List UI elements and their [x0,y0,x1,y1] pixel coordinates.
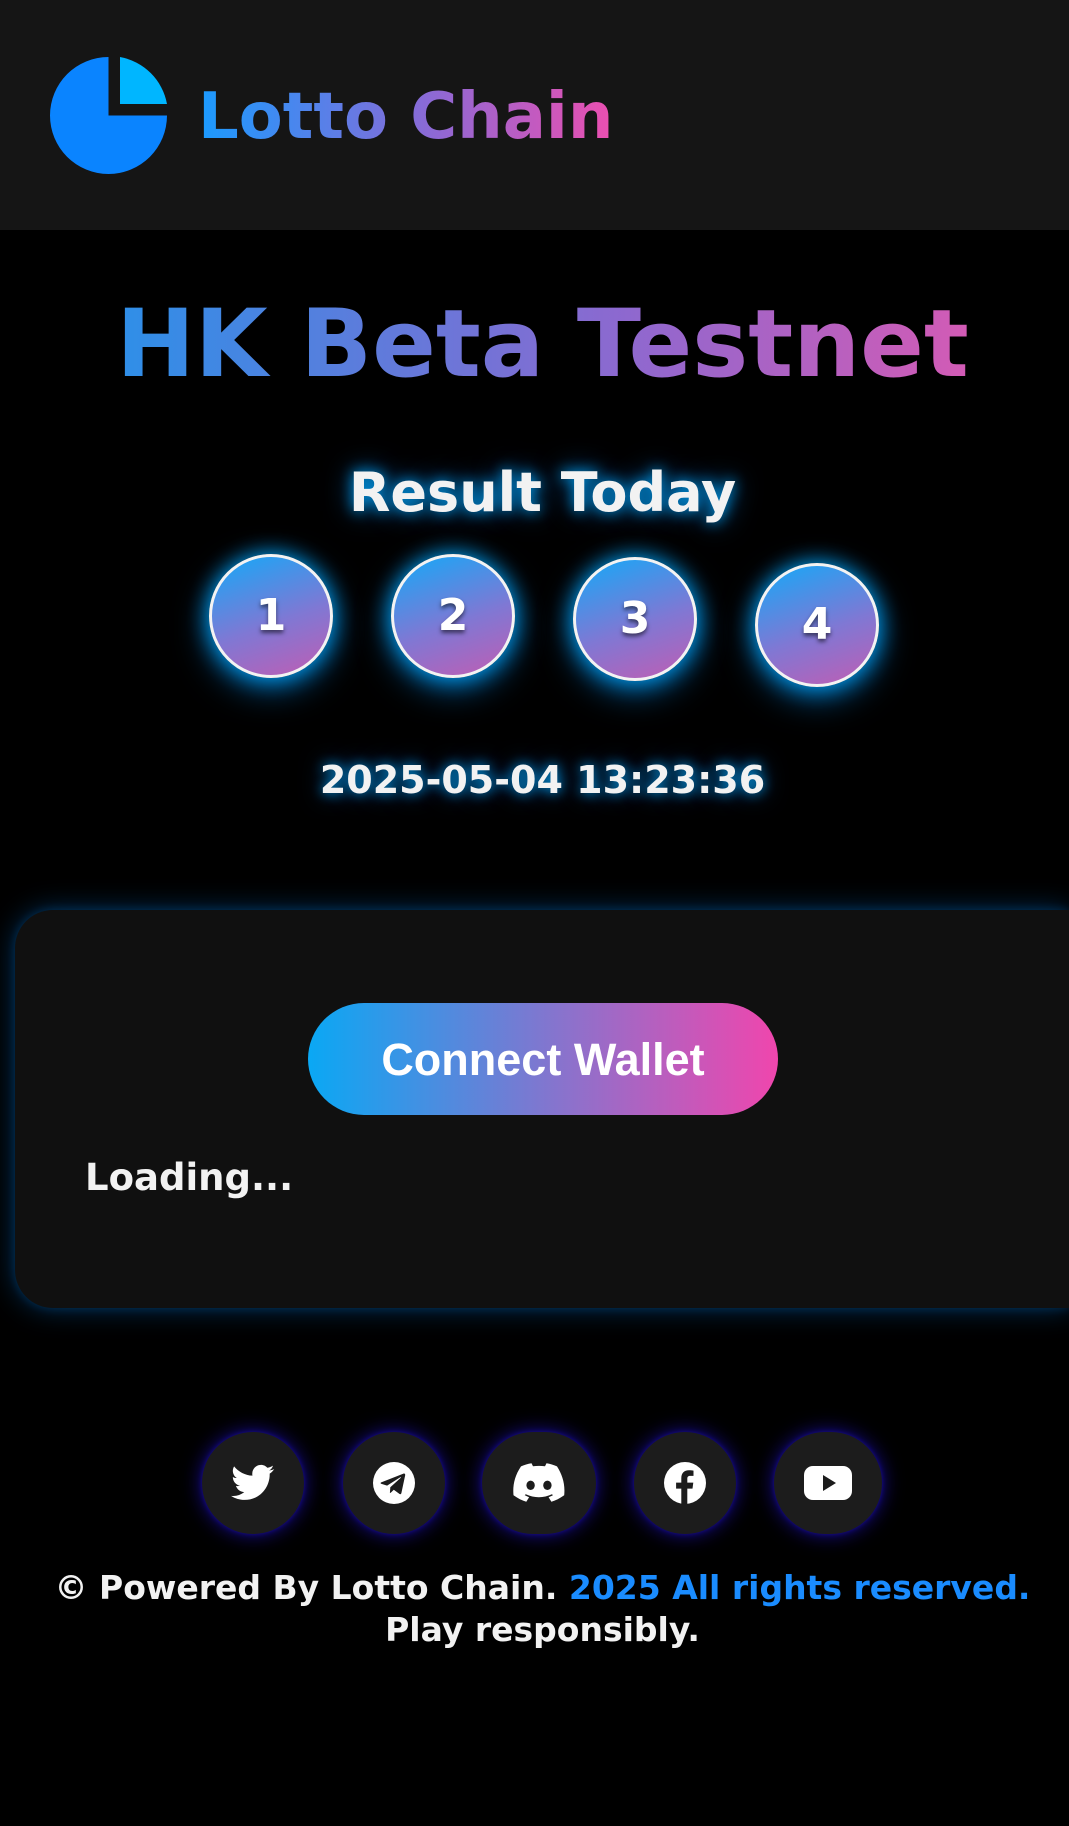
page-title: HK Beta Testnet [0,285,1069,405]
header-bar: Lotto Chain [0,0,1069,230]
result-timestamp: 2025-05-04 13:23:36 [319,758,766,802]
result-numbers: 1 2 3 4 [0,0,1069,687]
footer-disclaimer: Play responsibly. [385,1610,700,1649]
brand-name[interactable]: Lotto Chain [198,74,613,160]
footer-text: © Powered By Lotto Chain. 2025 All right… [40,1567,1045,1651]
twitter-link[interactable] [202,1432,304,1534]
telegram-icon [373,1462,415,1504]
result-ball: 3 [573,557,697,681]
result-title: Result Today [348,461,737,524]
result-ball: 4 [755,563,879,687]
youtube-icon [804,1466,852,1500]
page-title-text: HK Beta Testnet [116,290,969,399]
footer-rights-link[interactable]: 2025 All rights reserved. [569,1568,1031,1607]
result-ball: 1 [209,554,333,678]
discord-link[interactable] [482,1432,596,1534]
pie-chart-icon[interactable] [50,57,167,174]
youtube-link[interactable] [774,1432,882,1534]
facebook-icon [664,1462,706,1504]
facebook-link[interactable] [634,1432,736,1534]
connect-wallet-button[interactable]: Connect Wallet [308,1003,778,1115]
result-ball: 2 [391,554,515,678]
discord-icon [513,1463,565,1502]
loading-status: Loading... [85,1156,294,1199]
telegram-link[interactable] [343,1432,445,1534]
twitter-icon [231,1464,275,1500]
footer-copyright: © Powered By Lotto Chain. [54,1568,569,1607]
